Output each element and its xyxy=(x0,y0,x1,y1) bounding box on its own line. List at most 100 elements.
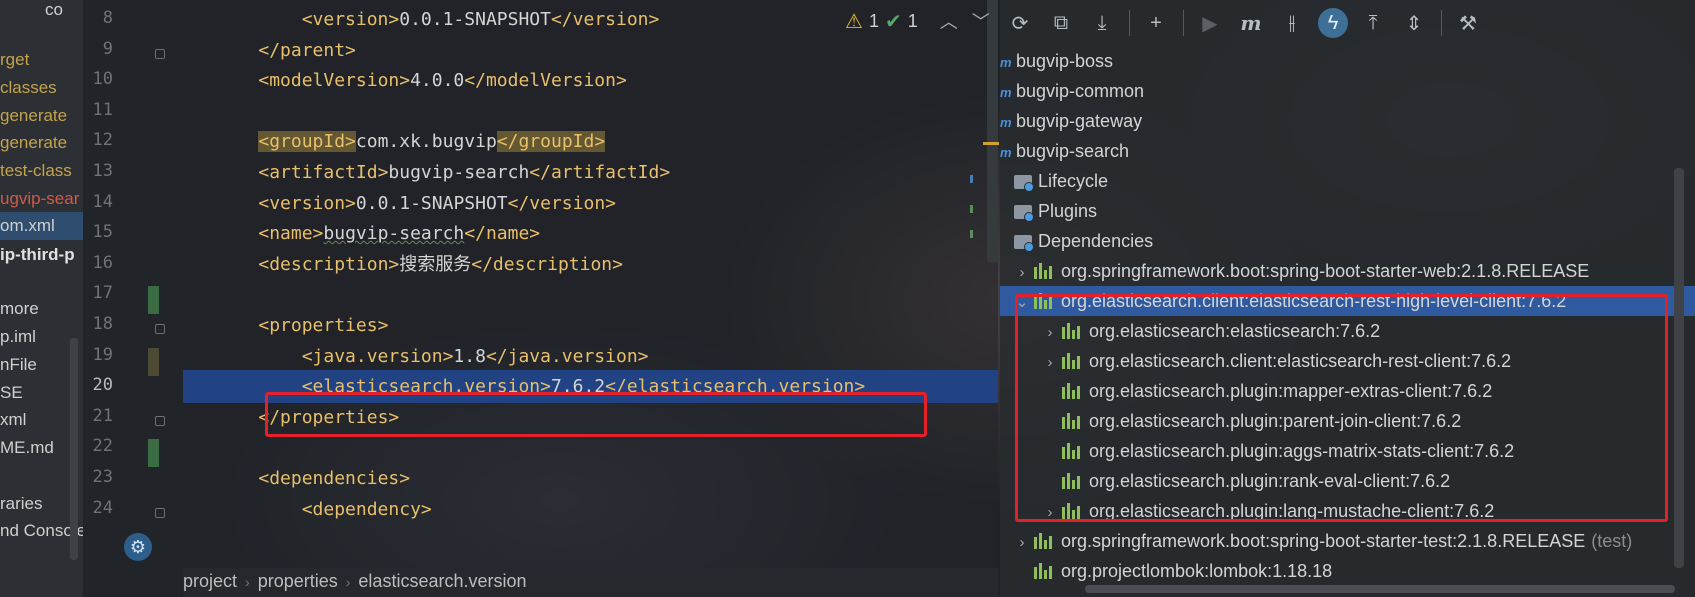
breadcrumb-item[interactable]: project xyxy=(183,571,237,591)
dependency-item[interactable]: org.projectlombok:lombok:1.18.18 xyxy=(1000,556,1338,586)
xml-open-tag: <version> xyxy=(301,9,400,30)
tree-item[interactable]: p.iml xyxy=(0,323,36,351)
tree-item[interactable]: om.xml xyxy=(0,212,83,240)
editor-scrollbar[interactable] xyxy=(987,0,998,262)
tree-item[interactable]: test-class xyxy=(0,157,72,185)
tree-item[interactable]: co xyxy=(45,0,63,24)
breadcrumb-item[interactable]: properties xyxy=(258,571,338,591)
maven-module-bugvip-common[interactable]: m bugvip-common xyxy=(1000,76,1144,106)
toolbar-separator xyxy=(1441,10,1442,36)
fold-marker-icon[interactable] xyxy=(155,324,165,334)
tree-item[interactable]: generate xyxy=(0,129,67,157)
maven-module-bugvip-boss[interactable]: m bugvip-boss xyxy=(1000,46,1113,76)
code-line[interactable] xyxy=(183,278,998,311)
maven-section-plugins[interactable]: Plugins xyxy=(1014,196,1097,226)
change-marker xyxy=(148,347,159,376)
tree-item[interactable]: rget xyxy=(0,46,29,74)
code-line[interactable]: <name>bugvip-search</name> xyxy=(183,217,998,250)
tree-item[interactable]: ugvip-sear xyxy=(0,185,79,213)
add-icon[interactable]: + xyxy=(1136,6,1176,40)
maven-section-lifecycle[interactable]: Lifecycle xyxy=(1014,166,1108,196)
tree-item[interactable]: ip-third-p xyxy=(0,241,75,269)
tree-item[interactable]: nFile xyxy=(0,351,37,379)
dependency-label: org.projectlombok:lombok:1.18.18 xyxy=(1061,561,1333,581)
settings-wrench-icon[interactable]: ⚒ xyxy=(1448,6,1488,40)
line-number: 15 xyxy=(92,222,113,243)
code-line[interactable]: <groupId>com.xk.bugvip</groupId> xyxy=(183,125,998,158)
xml-text: 0.0.1-SNAPSHOT xyxy=(399,9,551,30)
xml-text: bugvip-search xyxy=(388,162,530,183)
maven-module-icon: m xyxy=(1000,55,1012,70)
tree-item[interactable]: SE xyxy=(0,379,23,407)
code-line[interactable] xyxy=(183,95,998,128)
xml-open-tag: <artifactId> xyxy=(258,162,389,183)
xml-open-tag: <name> xyxy=(258,223,324,245)
dependency-item[interactable]: › org.springframework.boot:spring-boot-st… xyxy=(1000,256,1595,286)
next-highlight-chevron-down-icon[interactable]: ﹀ xyxy=(972,8,990,34)
code-line[interactable]: <dependency> xyxy=(183,493,998,526)
code-editor[interactable]: <version>0.0.1-SNAPSHOT</version> </pare… xyxy=(183,0,998,597)
project-tree-scrollbar[interactable] xyxy=(70,338,78,560)
error-stripe-mark[interactable] xyxy=(970,205,973,213)
maven-section-dependencies[interactable]: Dependencies xyxy=(1014,226,1153,256)
tree-item[interactable]: ME.md xyxy=(0,434,54,462)
line-number: 10 xyxy=(92,69,113,90)
xml-open-tag: <java.version> xyxy=(301,345,454,367)
skip-tests-icon[interactable]: ⫲ xyxy=(1272,6,1312,40)
collapse-all-icon[interactable]: ⇕ xyxy=(1394,6,1434,40)
show-dependencies-icon[interactable]: ⤒ xyxy=(1353,6,1393,40)
maven-module-icon: m xyxy=(1000,145,1012,160)
maven-goal-icon[interactable]: m xyxy=(1231,6,1271,40)
tree-item[interactable]: generate xyxy=(0,102,67,130)
fold-marker-icon[interactable] xyxy=(155,415,165,426)
tree-item[interactable]: more xyxy=(0,295,39,323)
fold-marker-icon[interactable] xyxy=(155,507,165,518)
fold-marker-icon[interactable] xyxy=(155,48,165,59)
maven-vertical-scrollbar[interactable] xyxy=(1674,168,1684,568)
expand-chevron-icon[interactable]: › xyxy=(1010,528,1034,558)
code-line[interactable]: <java.version>1.8</java.version> xyxy=(183,340,998,373)
breadcrumb-item[interactable]: elasticsearch.version xyxy=(358,571,526,591)
warning-count: 1 xyxy=(868,10,879,31)
reload-icon[interactable]: ⟳ xyxy=(1000,6,1040,40)
xml-close-tag: </version> xyxy=(507,192,616,214)
maven-module-bugvip-gateway[interactable]: m bugvip-gateway xyxy=(1000,106,1142,136)
xml-open-tag: <description> xyxy=(258,253,400,275)
inspection-widget[interactable]: ⚠ 1 ✔ 1 ︿ ﹀ xyxy=(845,8,990,34)
code-line[interactable]: <version>0.0.1-SNAPSHOT</version> xyxy=(183,187,998,220)
code-line[interactable]: <artifactId>bugvip-search</artifactId> xyxy=(183,156,998,189)
download-icon[interactable]: ⤓ xyxy=(1082,6,1122,40)
error-stripe-mark[interactable] xyxy=(970,230,973,238)
tree-item[interactable]: xml xyxy=(0,406,26,434)
toolbar-separator xyxy=(1183,10,1184,36)
code-line[interactable]: </parent> xyxy=(183,34,998,67)
tree-item[interactable]: raries xyxy=(0,490,43,518)
maven-module-bugvip-search[interactable]: m bugvip-search xyxy=(1000,136,1129,166)
xml-open-tag: <properties> xyxy=(258,315,389,336)
previous-highlight-chevron-up-icon[interactable]: ︿ xyxy=(940,8,958,34)
tree-item[interactable]: classes xyxy=(0,74,57,102)
library-icon xyxy=(1034,533,1054,549)
run-gear-icon[interactable]: ⚙ xyxy=(124,533,152,561)
code-line[interactable]: <properties> xyxy=(183,309,998,342)
library-icon xyxy=(1034,563,1054,579)
generate-sources-icon[interactable]: ⧉ xyxy=(1041,6,1081,40)
code-line[interactable]: <description>搜索服务</description> xyxy=(183,248,998,281)
error-stripe-mark[interactable] xyxy=(970,175,973,183)
line-number: 17 xyxy=(92,283,113,304)
line-number: 22 xyxy=(92,436,113,457)
maven-horizontal-scrollbar[interactable] xyxy=(1085,585,1675,593)
line-number: 13 xyxy=(92,161,113,181)
dependency-item[interactable]: › org.springframework.boot:spring-boot-st… xyxy=(1000,526,1633,558)
expand-chevron-icon[interactable]: › xyxy=(1010,258,1034,288)
run-icon[interactable]: ▶ xyxy=(1190,6,1230,40)
error-stripe-mark[interactable] xyxy=(983,142,999,145)
code-line[interactable]: <modelVersion>4.0.0</modelVersion> xyxy=(183,64,998,97)
code-line[interactable]: <dependencies> xyxy=(183,462,998,495)
offline-mode-icon[interactable]: ϟ xyxy=(1318,8,1348,38)
